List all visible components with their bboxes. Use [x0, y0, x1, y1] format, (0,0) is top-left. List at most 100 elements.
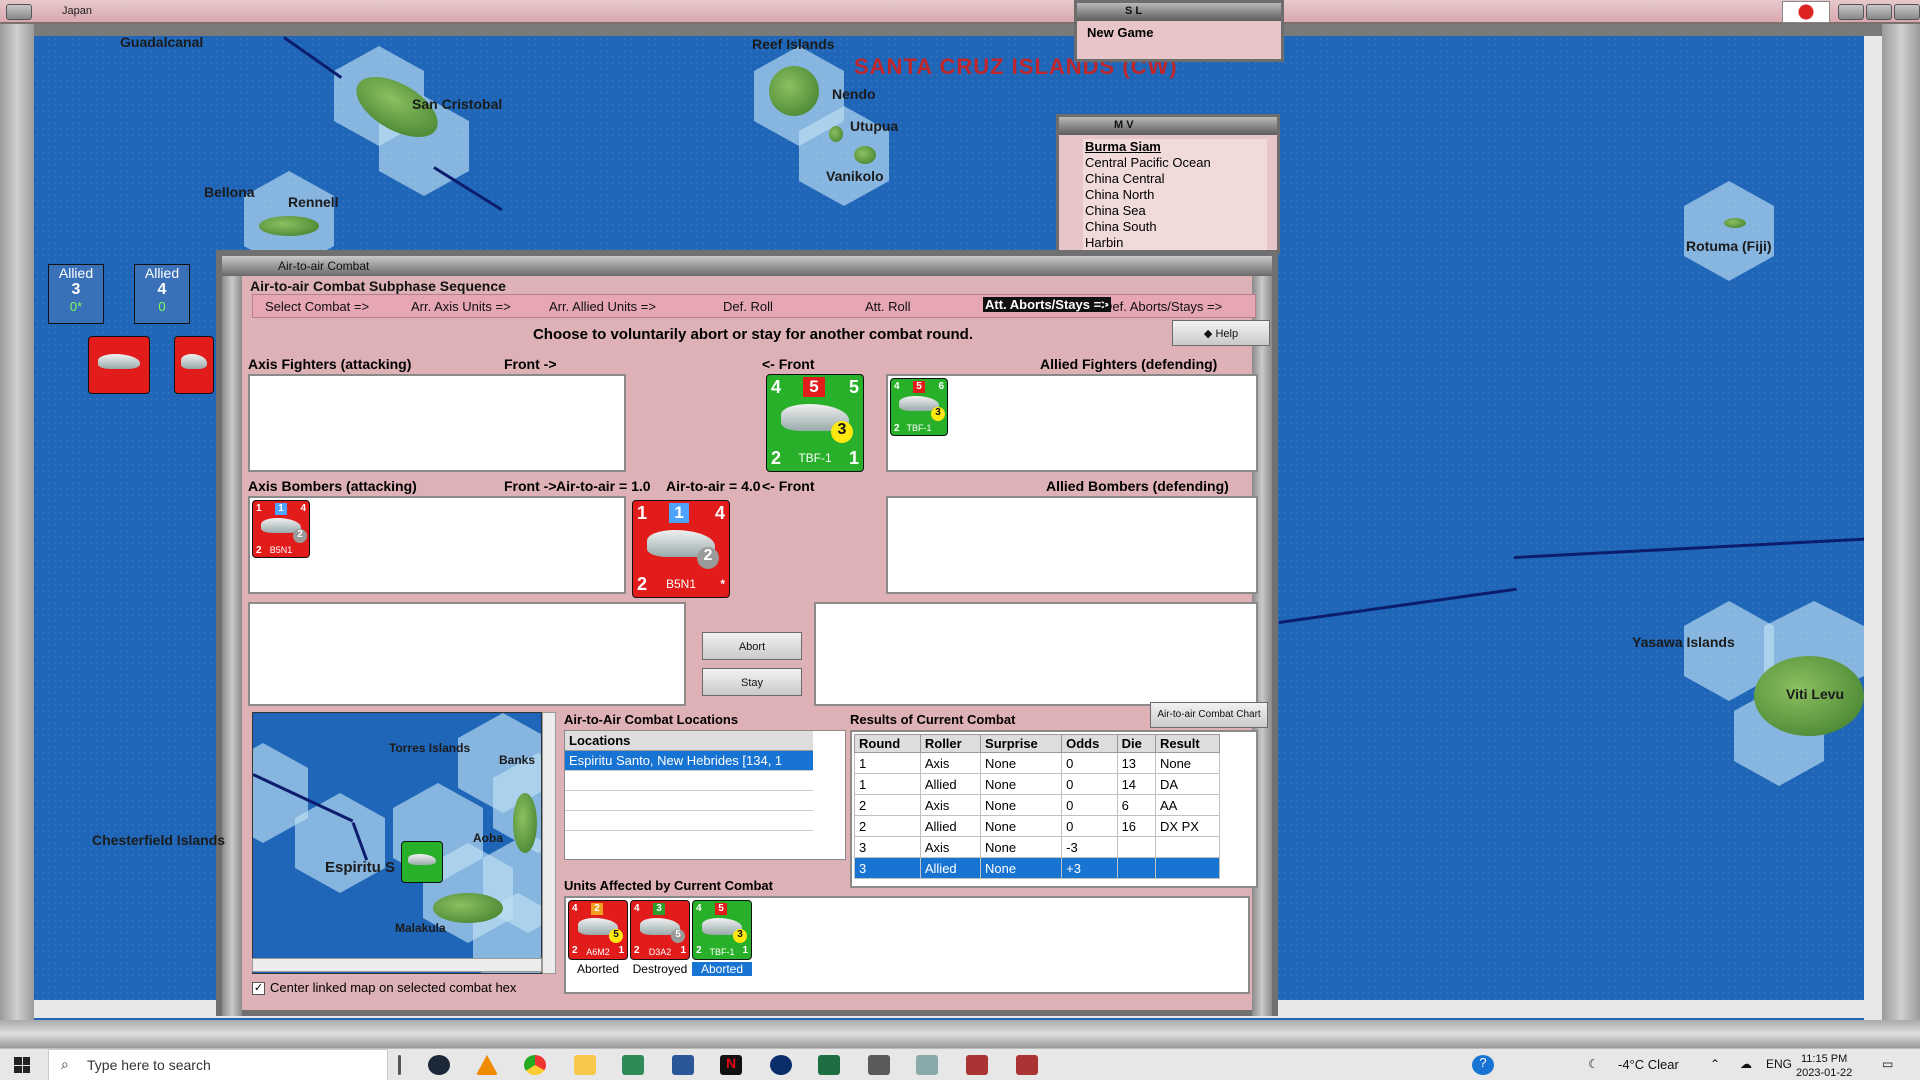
taskbar-clock[interactable]: 11:15 PM 2023-01-22	[1796, 1052, 1852, 1080]
help-button[interactable]: ◆ Help	[1172, 320, 1270, 346]
clock-date: 2023-01-22	[1796, 1067, 1853, 1079]
minimize-button[interactable]	[1838, 4, 1864, 20]
allied-fighters-label: Allied Fighters (defending)	[1040, 356, 1218, 372]
file-explorer-icon[interactable]	[574, 1055, 596, 1075]
region-item[interactable]: China Central	[1085, 171, 1267, 187]
game-icon-2[interactable]	[1016, 1055, 1038, 1075]
table-row[interactable]: 1 Allied None 0 14 DA	[854, 773, 1221, 795]
stay-button[interactable]: Stay	[702, 668, 802, 696]
stack-label: Allied	[58, 265, 94, 281]
region-item[interactable]: Central Pacific Ocean	[1085, 155, 1267, 171]
active-axis-counter-b5n1[interactable]: 1 1 4 2 2 * B5N1	[632, 500, 730, 598]
phase-att-roll: Att. Roll	[865, 299, 911, 314]
region-item[interactable]: Burma Siam	[1085, 139, 1267, 155]
phase-def-roll: Def. Roll	[723, 299, 773, 314]
unit-counter-tbf1[interactable]: 4 5 3 2 1 TBF-1	[692, 900, 752, 960]
disney-plus-icon[interactable]	[770, 1055, 792, 1075]
map-label-reef-islands: Reef Islands	[752, 36, 835, 52]
windows-start-icon[interactable]	[14, 1057, 30, 1073]
active-allied-counter-tbf1[interactable]: 4 5 5 3 2 1 TBF-1	[766, 374, 864, 472]
help-tips-icon[interactable]: ?	[1472, 1055, 1494, 1075]
region-item[interactable]: China North	[1085, 187, 1267, 203]
map-axis-unit-counter[interactable]	[174, 336, 214, 394]
col-roller: Roller	[919, 734, 982, 753]
minimap-vertical-scrollbar[interactable]	[542, 712, 556, 974]
stack-value: 3	[71, 281, 81, 298]
combat-chart-button[interactable]: Air-to-air Combat Chart	[1150, 702, 1268, 728]
locations-list[interactable]: Locations Espiritu Santo, New Hebrides […	[564, 730, 846, 860]
allied-fighter-counter[interactable]: 4 5 6 3 2 TBF-1	[890, 378, 948, 436]
table-row[interactable]: 3 Axis None -3	[854, 836, 1221, 858]
table-row[interactable]: 2 Allied None 0 16 DX PX	[854, 815, 1221, 837]
chrome-icon[interactable]	[524, 1055, 546, 1075]
stack-label: Allied	[144, 265, 180, 281]
network-icon[interactable]: ☁	[1740, 1057, 1752, 1071]
map-label-chesterfield: Chesterfield Islands	[92, 832, 226, 848]
center-map-checkbox[interactable]: ✓	[252, 982, 265, 995]
linked-minimap[interactable]: Torres Islands Banks Espiritu S Aoba Mal…	[252, 712, 542, 974]
axis-bombers-box[interactable]: 1 1 4 2 2 B5N1	[248, 496, 626, 594]
allied-stack-1[interactable]: Allied 3 0*	[48, 264, 104, 324]
calculator-icon[interactable]	[868, 1055, 890, 1075]
map-axis-unit-counter[interactable]	[88, 336, 150, 394]
results-title: Results of Current Combat	[850, 712, 1016, 727]
region-list[interactable]: Burma Siam Central Pacific Ocean China C…	[1083, 139, 1267, 253]
chevron-up-icon[interactable]: ⌃	[1710, 1057, 1720, 1071]
search-placeholder: Type here to search	[87, 1057, 211, 1073]
allied-bombers-label: Allied Bombers (defending)	[1046, 478, 1229, 494]
allied-fighters-box[interactable]: 4 5 6 3 2 TBF-1	[886, 374, 1258, 472]
app-title: Japan	[62, 5, 92, 17]
map-vertical-scrollbar[interactable]	[1864, 36, 1882, 1020]
steam-icon[interactable]	[428, 1055, 450, 1075]
unit-counter-d3a2[interactable]: 4 3 5 2 1 D3A2	[630, 900, 690, 960]
axis-bomber-counter[interactable]: 1 1 4 2 2 B5N1	[252, 500, 310, 558]
language-indicator[interactable]: ENG	[1766, 1057, 1792, 1071]
map-label-rotuma: Rotuma (Fiji)	[1686, 238, 1772, 254]
phase-att-aborts: Att. Aborts/Stays =>	[983, 297, 1111, 312]
table-row[interactable]: 1 Axis None 0 13 None	[854, 752, 1221, 774]
system-menu-button[interactable]	[6, 4, 32, 20]
window-app-icon[interactable]	[916, 1055, 938, 1075]
col-round: Round	[854, 734, 921, 753]
table-row[interactable]: 2 Axis None 0 6 AA	[854, 794, 1221, 816]
excel-icon[interactable]	[818, 1055, 840, 1075]
sl-panel-title: S L	[1077, 3, 1281, 21]
maximize-button[interactable]	[1866, 4, 1892, 20]
notification-icon[interactable]: ▭	[1882, 1057, 1893, 1071]
word-icon[interactable]	[672, 1055, 694, 1075]
front-right-label: Front ->	[504, 356, 557, 372]
minimap-horizontal-scrollbar[interactable]	[252, 958, 542, 972]
abort-button[interactable]: Abort	[702, 632, 802, 660]
minimap-unit-counter[interactable]	[401, 841, 443, 883]
table-row-selected[interactable]: 3 Allied None +3	[854, 857, 1221, 879]
vlc-icon[interactable]	[476, 1055, 498, 1075]
map-label-utupua: Utupua	[850, 118, 899, 134]
close-button[interactable]	[1894, 4, 1920, 20]
taskbar-search-input[interactable]: ⌕ Type here to search	[48, 1049, 388, 1080]
task-view-icon[interactable]	[398, 1055, 401, 1075]
location-item-espiritu-santo[interactable]: Espiritu Santo, New Hebrides [134, 1	[565, 751, 813, 771]
axis-info-box	[248, 602, 686, 706]
allied-bombers-box[interactable]	[886, 496, 1258, 594]
front-right-label-2: Front ->	[504, 478, 557, 494]
new-game-item[interactable]: New Game	[1087, 25, 1153, 40]
axis-fighters-box[interactable]	[248, 374, 626, 472]
help-label: Help	[1215, 328, 1239, 340]
game-icon[interactable]	[966, 1055, 988, 1075]
region-item[interactable]: Harbin	[1085, 235, 1267, 251]
netflix-icon[interactable]: N	[720, 1055, 742, 1075]
allied-air-to-air-value: Air-to-air = 4.0	[666, 478, 761, 494]
allied-stack-2[interactable]: Allied 4 0	[134, 264, 190, 324]
map-label-viti-levu: Viti Levu	[1786, 686, 1845, 702]
units-affected-box: 4 2 5 2 1 A6M2 Aborted 4 3 5 2 1 D3A2 De…	[564, 896, 1250, 994]
col-odds: Odds	[1061, 734, 1118, 753]
region-item[interactable]: China South	[1085, 219, 1267, 235]
weather-moon-icon[interactable]: ☾	[1588, 1057, 1599, 1071]
weather-text[interactable]: -4°C Clear	[1618, 1057, 1679, 1072]
notepad-icon[interactable]	[622, 1055, 644, 1075]
region-item[interactable]: China Sea	[1085, 203, 1267, 219]
phase-select-combat: Select Combat =>	[265, 299, 370, 314]
unit-counter-a6m2[interactable]: 4 2 5 2 1 A6M2	[568, 900, 628, 960]
clock-time: 11:15 PM	[1801, 1053, 1848, 1065]
app-titlebar: Japan	[0, 0, 1920, 24]
